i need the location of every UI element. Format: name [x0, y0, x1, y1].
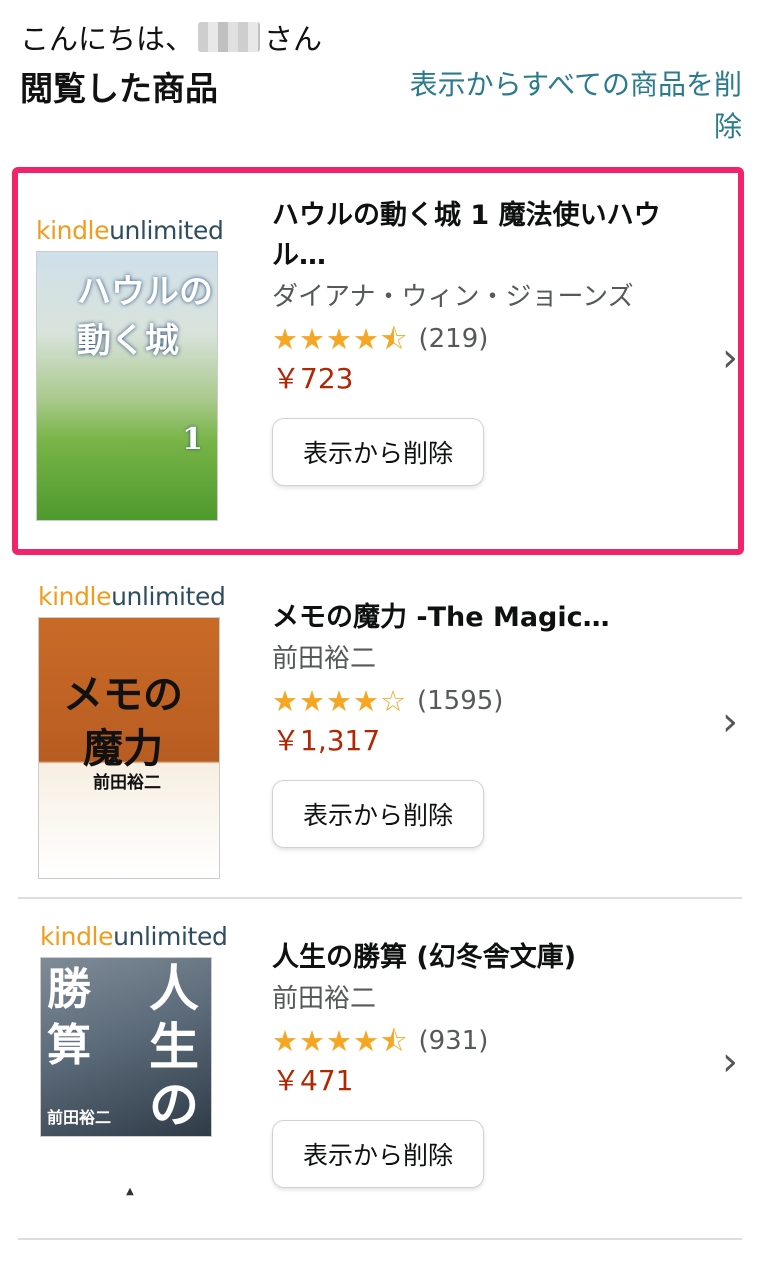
book-cover: 勝算 人生の 前田裕二	[40, 957, 212, 1137]
remove-from-view-button[interactable]: 表示から削除	[272, 780, 484, 848]
cover-number: 1	[182, 422, 203, 457]
book-cover: メモの 魔力 前田裕二	[38, 617, 220, 879]
star-rating-icon: ★★★★☆	[272, 684, 407, 718]
product-rating: ★★★★☆ (1595)	[272, 684, 680, 718]
product-thumbnail[interactable]: kindleunlimited ハウルの動く城 1	[36, 216, 224, 521]
product-rating: ★★★★⯪ (219)	[272, 322, 680, 356]
product-title[interactable]: 人生の勝算 (幻冬舎文庫)	[272, 938, 680, 978]
product-price: ￥723	[272, 362, 354, 395]
book-cover: ハウルの動く城 1	[36, 251, 218, 521]
product-title[interactable]: ハウルの動く城 1 魔法使いハウル…	[272, 196, 680, 276]
product-price: ￥1,317	[272, 724, 381, 757]
review-count: (931)	[418, 1026, 489, 1056]
star-rating-icon: ★★★★⯪	[272, 1024, 409, 1058]
chevron-right-icon[interactable]: ›	[722, 338, 738, 378]
cover-title: メモの	[63, 672, 183, 718]
product-thumbnail[interactable]: kindleunlimited メモの 魔力 前田裕二	[38, 582, 226, 879]
product-author: 前田裕二	[272, 644, 377, 674]
kindle-unlimited-logo: kindleunlimited	[38, 582, 226, 611]
review-count: (1595)	[417, 686, 504, 716]
product-info: メモの魔力 -The Magic… 前田裕二 ★★★★☆ (1595) ￥1,3…	[272, 598, 680, 848]
product-thumbnail[interactable]: kindleunlimited 勝算 人生の 前田裕二	[40, 922, 228, 1137]
divider	[18, 1238, 742, 1240]
chevron-right-icon[interactable]: ›	[722, 702, 738, 742]
greeting-suffix: さん	[264, 22, 323, 56]
page-title: 閲覧した商品	[20, 69, 218, 108]
product-info: 人生の勝算 (幻冬舎文庫) 前田裕二 ★★★★⯪ (931) ￥471 表示から…	[272, 938, 680, 1188]
cover-title: 人生の	[149, 960, 199, 1134]
greeting: こんにちは、 さん	[20, 16, 322, 58]
product-info: ハウルの動く城 1 魔法使いハウル… ダイアナ・ウィン・ジョーンズ ★★★★⯪ …	[272, 196, 680, 486]
greeting-prefix: こんにちは、	[20, 22, 195, 56]
cover-author: 前田裕二	[93, 773, 161, 793]
product-author: ダイアナ・ウィン・ジョーンズ	[272, 282, 634, 312]
product-card[interactable]: kindleunlimited メモの 魔力 前田裕二 メモの魔力 -The M…	[0, 562, 760, 898]
review-count: (219)	[418, 324, 489, 354]
clear-all-link[interactable]: 表示からすべての商品を削除	[402, 64, 742, 148]
kindle-unlimited-logo: kindleunlimited	[36, 216, 224, 245]
remove-from-view-button[interactable]: 表示から削除	[272, 1120, 484, 1188]
product-card[interactable]: kindleunlimited ハウルの動く城 1 ハウルの動く城 1 魔法使い…	[0, 170, 760, 552]
star-rating-icon: ★★★★⯪	[272, 322, 409, 356]
kindle-unlimited-logo: kindleunlimited	[40, 922, 228, 951]
remove-from-view-button[interactable]: 表示から削除	[272, 418, 484, 486]
cover-title: 勝算	[47, 964, 91, 1071]
blurred-username	[198, 22, 261, 52]
publisher-logo-icon: ▲	[126, 1186, 134, 1197]
cover-title: 魔力	[83, 726, 163, 772]
product-author: 前田裕二	[272, 984, 377, 1014]
product-title[interactable]: メモの魔力 -The Magic…	[272, 598, 680, 638]
cover-author: 前田裕二	[47, 1108, 112, 1127]
product-rating: ★★★★⯪ (931)	[272, 1024, 680, 1058]
product-price: ￥471	[272, 1064, 354, 1097]
cover-title: ハウルの動く城	[77, 272, 213, 361]
chevron-right-icon[interactable]: ›	[722, 1042, 738, 1082]
